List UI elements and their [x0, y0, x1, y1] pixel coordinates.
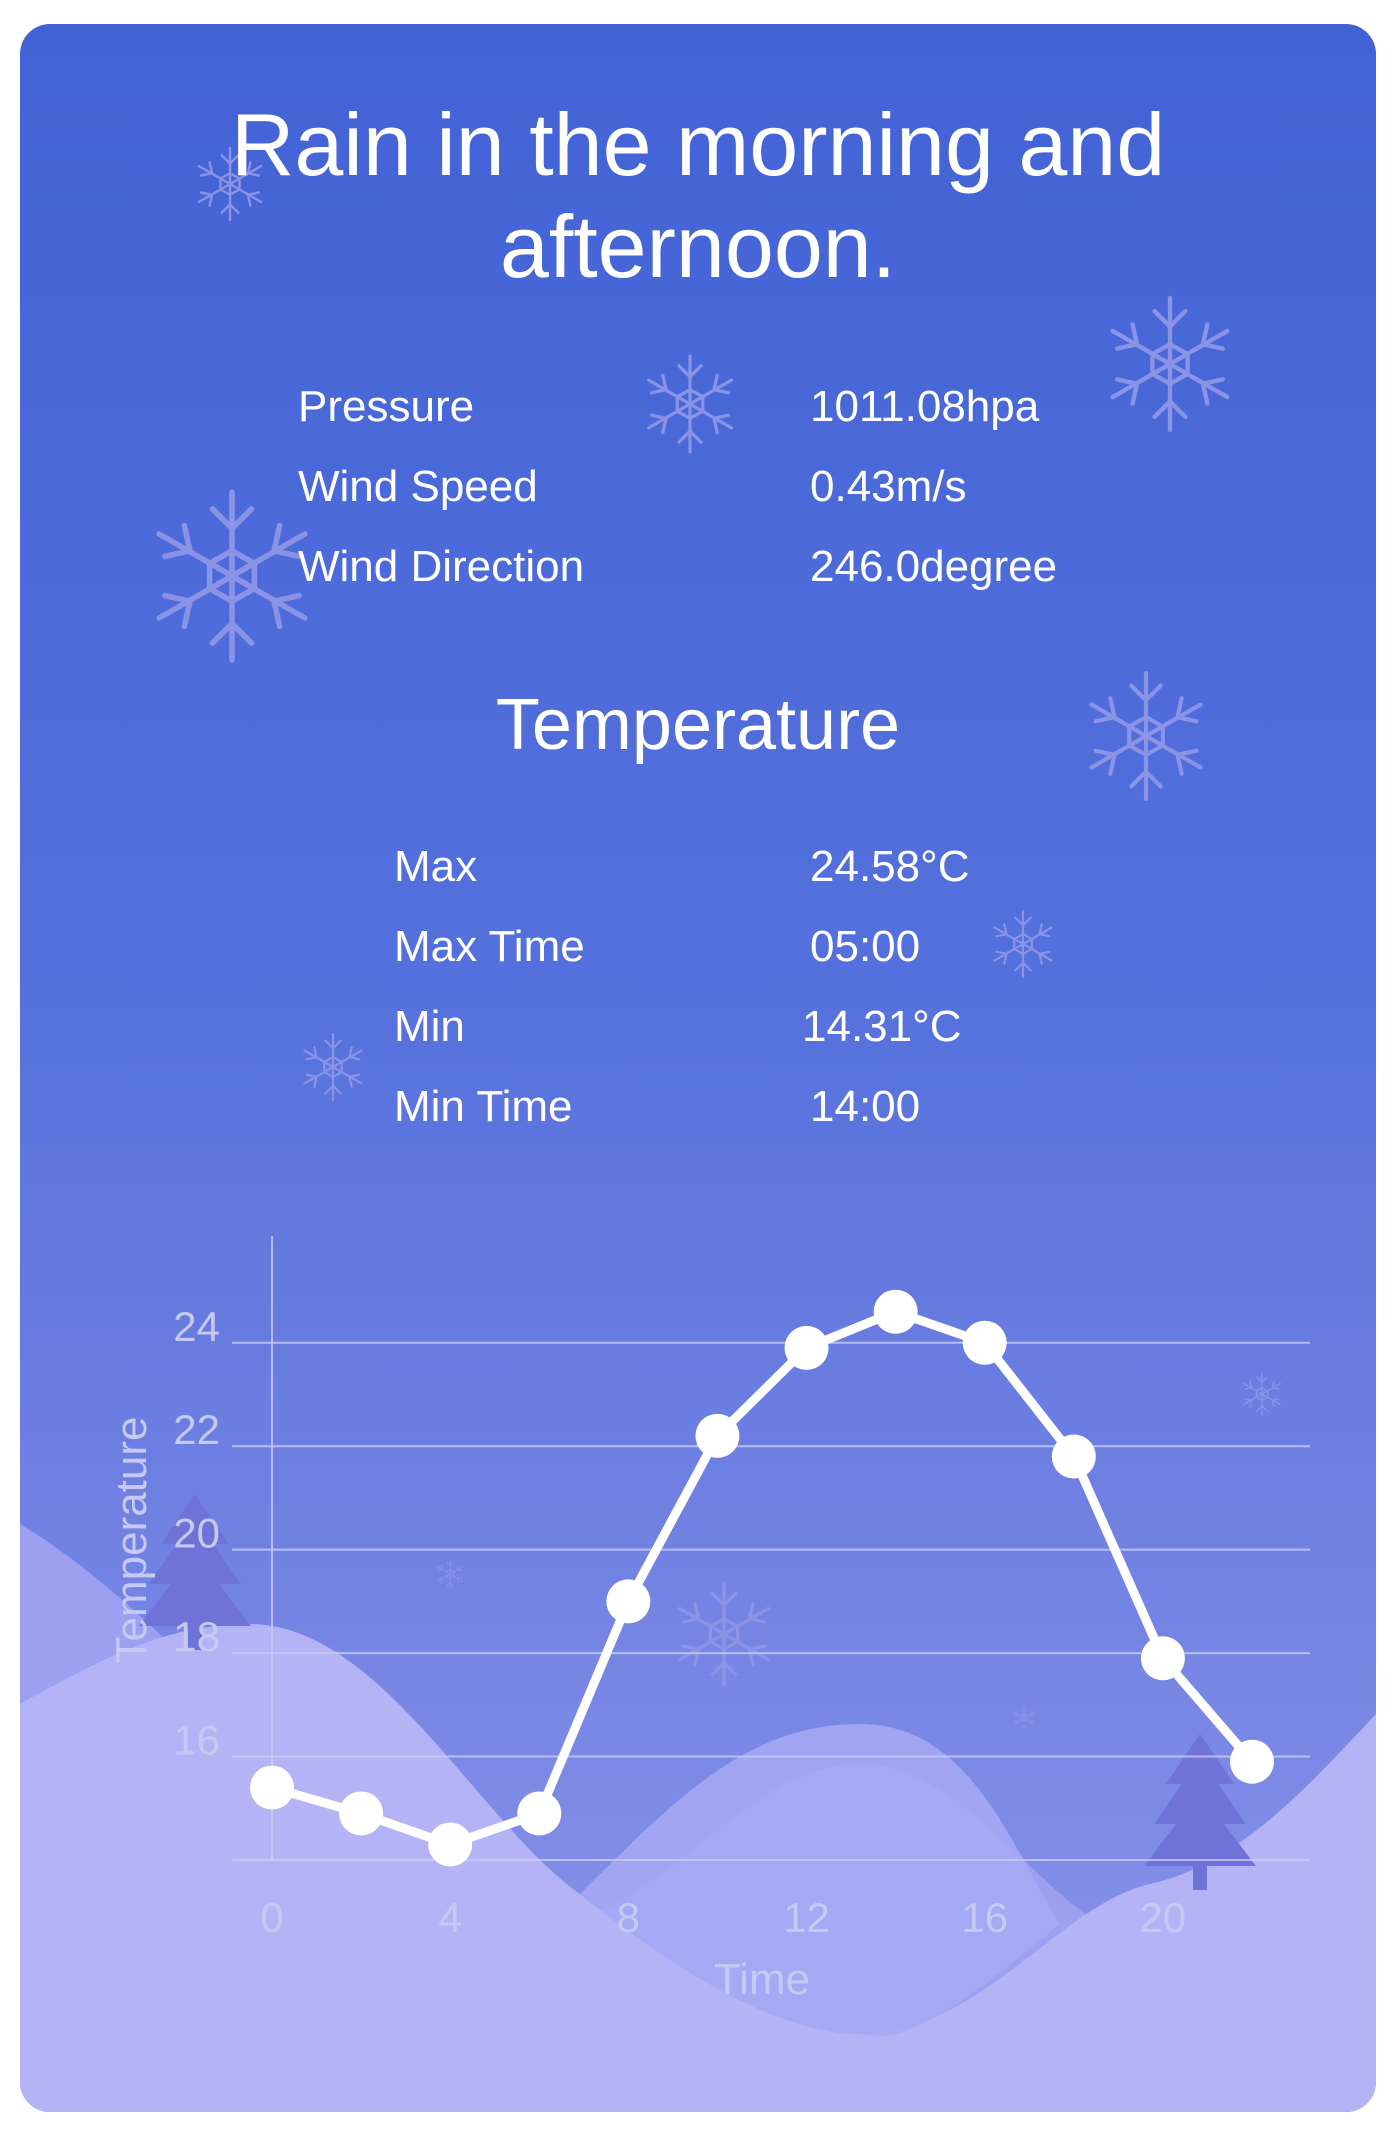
temperature-point	[517, 1791, 562, 1836]
y-tick-label: 18	[173, 1613, 220, 1660]
x-tick-label: 12	[783, 1894, 830, 1941]
temperature-point	[873, 1289, 918, 1334]
temperature-chart: 16 18 20 22 24 0 4 8 12 16 20 Time Temperature	[107, 1236, 1310, 2004]
temperature-point	[250, 1765, 294, 1810]
y-tick-label: 16	[173, 1717, 220, 1764]
temperature-point	[1051, 1434, 1096, 1479]
y-tick-label: 22	[173, 1406, 220, 1453]
y-axis-title: Temperature	[107, 1416, 156, 1663]
y-tick-label: 20	[173, 1510, 220, 1557]
temperature-point	[962, 1320, 1007, 1365]
temperature-point	[695, 1413, 740, 1458]
x-tick-label: 0	[260, 1894, 283, 1941]
temperature-line	[267, 1307, 1257, 1849]
temperature-point	[339, 1791, 384, 1836]
temperature-point	[428, 1822, 473, 1867]
temperature-point	[606, 1579, 651, 1624]
x-tick-label: 4	[439, 1894, 462, 1941]
temperature-point	[1140, 1636, 1185, 1681]
x-tick-label: 8	[617, 1894, 640, 1941]
x-tick-label: 16	[961, 1894, 1008, 1941]
x-axis-title: Time	[714, 1955, 810, 2004]
temperature-point	[1230, 1739, 1274, 1784]
y-tick-label: 24	[173, 1303, 220, 1350]
temperature-point	[784, 1325, 829, 1370]
x-tick-label: 20	[1140, 1894, 1187, 1941]
weather-card: Rain in the morning and afternoon. Press…	[20, 24, 1376, 2112]
